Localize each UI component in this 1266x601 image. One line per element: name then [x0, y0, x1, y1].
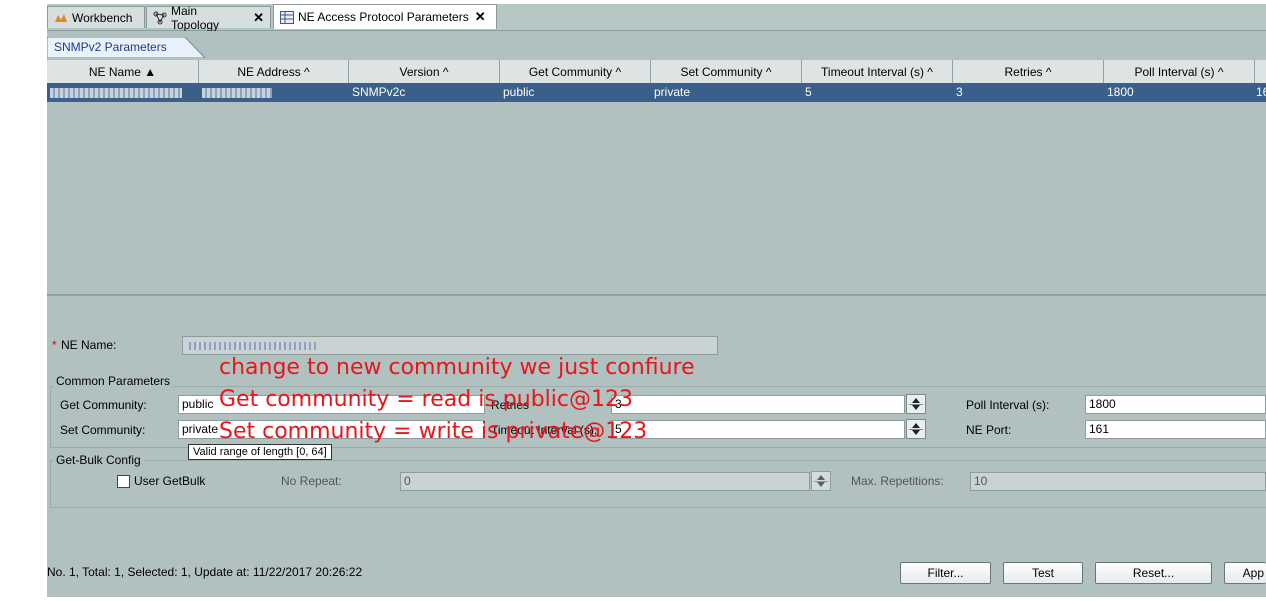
redacted-ne-name	[50, 87, 182, 98]
retries-field[interactable]: 3	[611, 395, 905, 414]
extra-cell: 16	[1256, 85, 1266, 99]
column-header[interactable]: Version ^	[349, 60, 500, 83]
tab-ne-access-protocol-parameters[interactable]: NE Access Protocol Parameters ✕	[273, 4, 497, 29]
ne-port-field[interactable]: 161	[1085, 420, 1266, 439]
poll-interval-cell: 1800	[1107, 85, 1134, 99]
column-header[interactable]: Timeout Interval (s) ^	[802, 60, 953, 83]
tab-snmpv2-parameters[interactable]: SNMPv2 Parameters	[47, 37, 205, 58]
ne-name-label: NE Name:	[61, 338, 117, 352]
annotation-get-community: Get community = read is public@123	[219, 387, 633, 412]
user-getbulk-checkbox[interactable]	[117, 475, 130, 488]
get-bulk-title: Get-Bulk Config	[53, 453, 144, 467]
no-repeat-field[interactable]: 0	[400, 472, 810, 491]
tab-label: Workbench	[72, 10, 133, 25]
poll-interval-field[interactable]: 1800	[1085, 395, 1266, 414]
annotation-set-community: Set community = write is private@123	[219, 419, 648, 444]
subtab-label: SNMPv2 Parameters	[54, 40, 167, 54]
reset-button[interactable]: Reset...	[1095, 562, 1212, 584]
tab-main-topology[interactable]: Main Topology ✕	[146, 4, 271, 32]
timeout-stepper[interactable]	[906, 419, 926, 439]
column-header[interactable]: Get Community ^	[500, 60, 651, 83]
user-getbulk-label: User GetBulk	[134, 474, 206, 488]
annotation-note: change to new community we just confiure	[219, 355, 695, 380]
max-repetitions-label: Max. Repetitions:	[851, 474, 944, 488]
version-cell: SNMPv2c	[352, 85, 406, 99]
table-header: NE Name ▲ NE Address ^ Version ^ Get Com…	[47, 60, 1266, 84]
ne-address-cell	[199, 83, 350, 102]
timeout-field[interactable]: 5	[611, 420, 905, 439]
filter-button[interactable]: Filter...	[900, 562, 991, 584]
column-header[interactable]: NE Address ^	[199, 60, 349, 83]
apply-button[interactable]: App	[1224, 562, 1266, 584]
column-header[interactable]: Poll Interval (s) ^	[1104, 60, 1255, 83]
redacted-ne-name	[186, 341, 316, 350]
get-community-label: Get Community:	[60, 398, 147, 412]
ne-port-label: NE Port:	[966, 423, 1012, 437]
table-row[interactable]: SNMPv2c public private 5 3 1800 16	[47, 83, 1266, 102]
workbench-icon	[54, 11, 68, 25]
ne-name-cell	[47, 83, 200, 102]
splitter[interactable]	[47, 294, 1266, 296]
set-community-label: Set Community:	[60, 423, 146, 437]
main-panel	[47, 31, 1266, 597]
max-repetitions-field[interactable]: 10	[970, 472, 1266, 491]
editor-tab-strip: Workbench Main Topology ✕ NE Access Prot…	[47, 4, 1266, 32]
close-icon[interactable]: ✕	[475, 9, 486, 25]
retries-stepper[interactable]	[906, 394, 926, 414]
column-header[interactable]: Retries ^	[953, 60, 1104, 83]
no-repeat-label: No Repeat:	[281, 474, 342, 488]
retries-cell: 3	[956, 85, 963, 99]
topology-icon	[153, 11, 167, 25]
status-text: No. 1, Total: 1, Selected: 1, Update at:…	[47, 565, 363, 579]
common-parameters-title: Common Parameters	[53, 374, 174, 388]
get-community-cell: public	[503, 85, 535, 99]
redacted-ne-address	[202, 87, 272, 98]
set-community-cell: private	[654, 85, 691, 99]
table-icon	[280, 10, 294, 24]
no-repeat-stepper[interactable]	[811, 471, 831, 491]
tab-label: NE Access Protocol Parameters	[298, 10, 469, 24]
required-mark: *	[52, 338, 57, 352]
column-header[interactable]: Set Community ^	[651, 60, 802, 83]
tab-label: Main Topology	[171, 3, 220, 32]
ne-name-field[interactable]	[182, 336, 718, 355]
test-button[interactable]: Test	[1003, 562, 1083, 584]
column-header[interactable]: NE Name ▲	[47, 60, 199, 83]
close-icon[interactable]: ✕	[253, 10, 264, 26]
tab-workbench[interactable]: Workbench	[47, 6, 145, 28]
length-tooltip: Valid range of length [0, 64]	[188, 444, 332, 460]
timeout-cell: 5	[805, 85, 812, 99]
poll-interval-label: Poll Interval (s):	[966, 398, 1050, 412]
